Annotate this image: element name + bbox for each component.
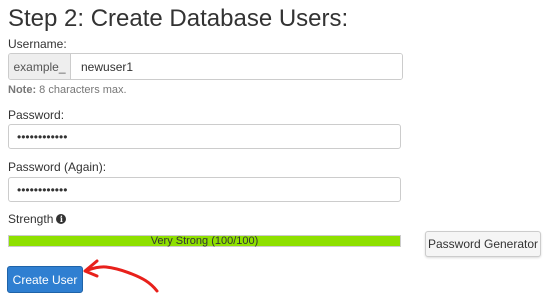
password-again-input[interactable] xyxy=(8,177,401,202)
password-input[interactable] xyxy=(8,124,401,149)
password-again-label: Password (Again): xyxy=(8,160,107,174)
username-input[interactable] xyxy=(71,54,402,79)
strength-meter-text: Very Strong (100/100) xyxy=(150,235,259,247)
username-input-group: example_ xyxy=(8,53,403,80)
username-note: Note: 8 characters max. xyxy=(8,84,127,96)
note-text: 8 characters max. xyxy=(36,84,127,96)
page-title: Step 2: Create Database Users: xyxy=(8,5,349,32)
note-bold-label: Note: xyxy=(8,84,37,96)
arrow-shaft xyxy=(86,265,159,293)
strength-label-row: Strength i xyxy=(8,212,67,226)
create-user-button[interactable]: Create User xyxy=(7,266,83,293)
password-label: Password: xyxy=(8,108,65,122)
strength-meter: Very Strong (100/100) xyxy=(8,235,401,247)
info-circle-icon[interactable]: i xyxy=(56,214,67,224)
username-prefix: example_ xyxy=(9,54,71,79)
password-generator-button[interactable]: Password Generator xyxy=(425,231,541,257)
username-label: Username: xyxy=(8,37,67,51)
red-arrow-annotation xyxy=(83,259,159,293)
strength-label: Strength xyxy=(8,212,54,226)
